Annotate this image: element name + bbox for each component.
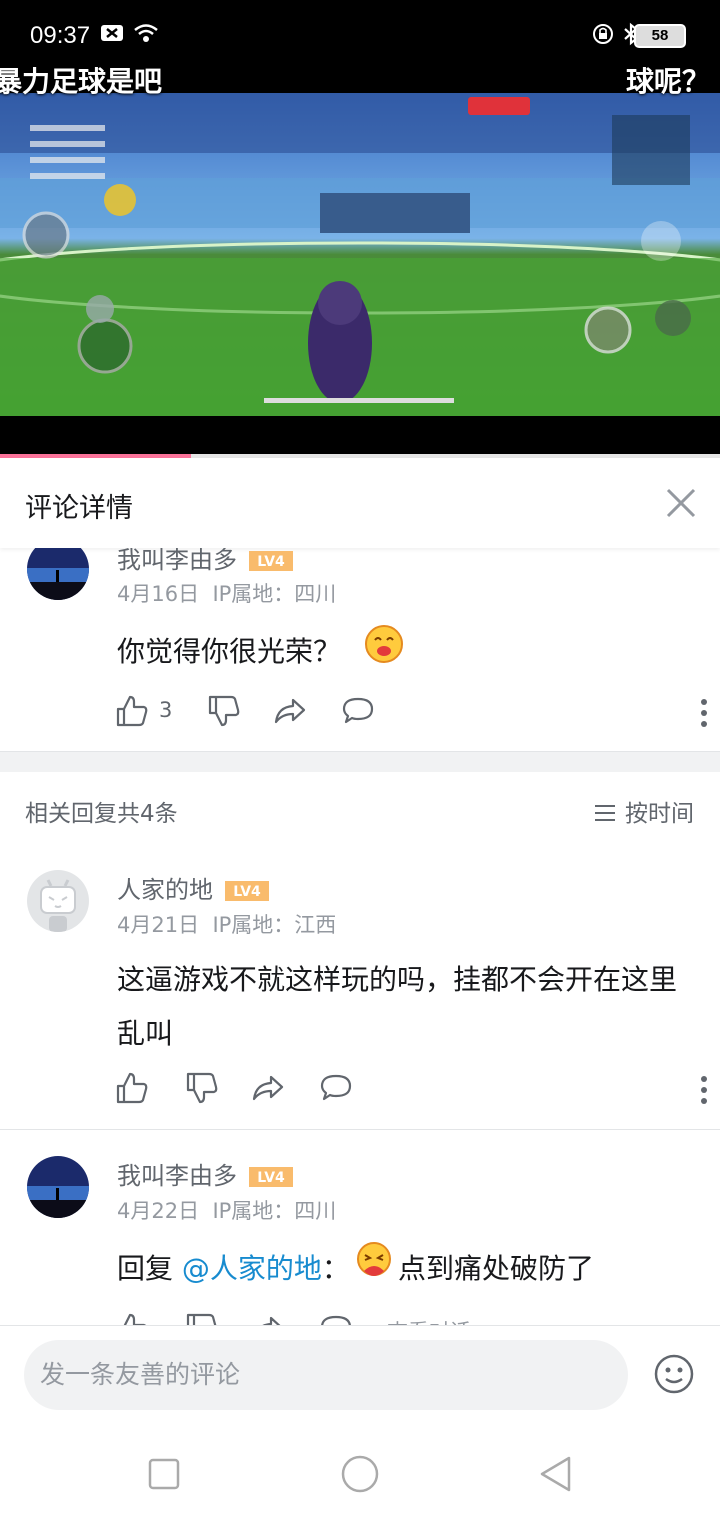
- reply-actions: [115, 1071, 708, 1111]
- danmaku-left: 暴力足球是吧: [0, 65, 163, 98]
- thumbs-up-icon[interactable]: [115, 1071, 149, 1105]
- reply-colon: ：: [321, 1252, 350, 1285]
- svg-text:LV4: LV4: [233, 884, 261, 900]
- reply-meta: 4月21日 IP属地：江西: [117, 913, 337, 937]
- page-title: 评论详情: [25, 493, 133, 524]
- thumbs-up-icon[interactable]: [115, 1312, 149, 1325]
- replies-count: 相关回复共4条: [25, 801, 178, 827]
- level-badge-icon: LV4: [225, 881, 269, 901]
- status-time: 09:37: [30, 22, 91, 49]
- notification-icon: [100, 22, 124, 48]
- view-conversation-link[interactable]: 查看对话: [387, 1316, 471, 1325]
- reply-text: 回复 @人家的地： 点到痛处破防了: [117, 1241, 702, 1299]
- reply-username[interactable]: 我叫李由多 LV4: [117, 1156, 293, 1191]
- avatar[interactable]: [27, 870, 89, 932]
- emoji-sticker-icon: [354, 1241, 394, 1299]
- comment-scroll-area[interactable]: 我叫李由多 LV4 4月16日 IP属地：四川 你觉得你很光荣？ 3 相关回复共4…: [0, 548, 720, 1325]
- battery-indicator: 58: [634, 24, 686, 48]
- share-icon[interactable]: [251, 1312, 285, 1325]
- system-nav-bar: [0, 1428, 720, 1520]
- thumbs-down-icon[interactable]: [185, 1071, 219, 1105]
- section-gap: [0, 752, 720, 772]
- reply-icon[interactable]: [319, 1312, 353, 1325]
- nav-back-icon[interactable]: [536, 1454, 576, 1494]
- lock-icon: [592, 22, 614, 50]
- reply-username[interactable]: 人家的地 LV4: [117, 870, 269, 905]
- comment-username[interactable]: 我叫李由多 LV4: [117, 548, 293, 575]
- thumbs-up-icon[interactable]: [115, 694, 149, 728]
- nav-recents-icon[interactable]: [144, 1454, 184, 1494]
- reply-icon[interactable]: [341, 694, 375, 728]
- close-icon[interactable]: [664, 486, 698, 520]
- reply-icon[interactable]: [319, 1071, 353, 1105]
- reply-meta: 4月22日 IP属地：四川: [117, 1199, 337, 1223]
- comment-input-bar: 发一条友善的评论: [0, 1325, 720, 1428]
- share-icon[interactable]: [251, 1071, 285, 1105]
- reply-prefix: 回复: [117, 1252, 182, 1285]
- level-badge-icon: LV4: [249, 1167, 293, 1187]
- like-count: 3: [159, 698, 173, 722]
- game-video-frame: [0, 93, 720, 416]
- danmaku-right: 球呢？: [625, 65, 710, 98]
- reply-actions: 查看对话: [115, 1312, 705, 1325]
- divider: [0, 1129, 720, 1130]
- comment-detail-header: 评论详情: [0, 458, 720, 548]
- svg-text:LV4: LV4: [257, 554, 285, 570]
- avatar[interactable]: [27, 1156, 89, 1218]
- video-player[interactable]: 09:37 58 暴力足球是吧 球呢？: [0, 0, 720, 458]
- mention-link[interactable]: @人家的地: [182, 1252, 322, 1285]
- reply-text: 这逼游戏不就这样玩的吗，挂都不会开在这里乱叫: [117, 963, 678, 1050]
- emoji-sticker-icon: [364, 624, 404, 682]
- wifi-icon: [133, 22, 159, 48]
- share-icon[interactable]: [273, 694, 307, 728]
- sort-button[interactable]: 按时间: [593, 794, 694, 828]
- nav-home-icon[interactable]: [340, 1454, 380, 1494]
- level-badge-icon: LV4: [249, 551, 293, 571]
- thumbs-down-icon[interactable]: [185, 1312, 219, 1325]
- thumbs-down-icon[interactable]: [207, 694, 241, 728]
- comment-text: 你觉得你很光荣？: [117, 624, 702, 682]
- svg-text:LV4: LV4: [257, 1170, 285, 1186]
- emoji-icon[interactable]: [654, 1354, 694, 1394]
- comment-actions: 3: [115, 694, 708, 734]
- comment-meta: 4月16日 IP属地：四川: [117, 582, 337, 606]
- sort-icon: [595, 805, 615, 821]
- more-icon[interactable]: [700, 1075, 708, 1105]
- more-icon[interactable]: [700, 698, 708, 728]
- avatar[interactable]: [27, 548, 89, 600]
- comment-input[interactable]: 发一条友善的评论: [24, 1340, 628, 1410]
